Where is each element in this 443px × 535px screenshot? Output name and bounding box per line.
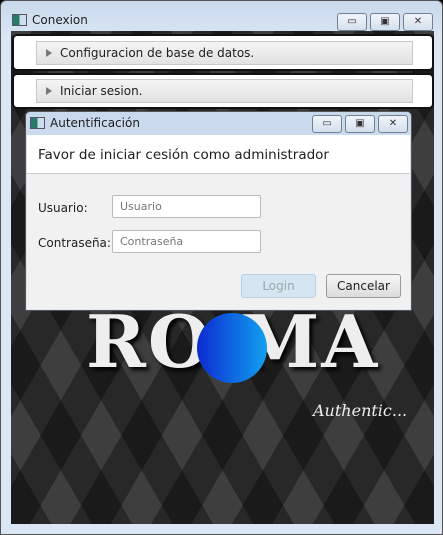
accordion-header-login[interactable]: Iniciar sesion. [36,79,413,103]
app-icon [12,14,27,26]
accordion-pane-login: Iniciar sesion. [12,73,434,109]
dialog-close-button[interactable]: ✕ [378,115,408,133]
user-input[interactable] [112,195,261,218]
expand-arrow-icon [46,49,52,57]
accordion-label: Configuracion de base de datos. [60,46,255,60]
conexion-window: Conexion ▭ ▣ ✕ RO MA Authentic... Config… [0,0,443,535]
dialog-heading: Favor de iniciar cesión como administrad… [27,135,410,174]
accordion-header-db-config[interactable]: Configuracion de base de datos. [36,41,413,65]
user-label: Usuario: [38,201,88,215]
accordion-label: Iniciar sesion. [60,84,143,98]
dialog-body: Favor de iniciar cesión como administrad… [27,135,410,309]
dialog-title: Autentificación [50,116,140,130]
login-button[interactable]: Login [241,274,316,298]
minimize-button[interactable]: ▭ [337,13,367,31]
dialog-maximize-button[interactable]: ▣ [345,115,375,133]
auth-dialog: Autentificación ▭ ▣ ✕ Favor de iniciar c… [25,111,412,311]
accordion-pane-db: Configuracion de base de datos. [12,34,434,71]
logo-tagline: Authentic... [313,401,408,420]
close-button[interactable]: ✕ [403,13,433,31]
expand-arrow-icon [46,87,52,95]
dialog-minimize-button[interactable]: ▭ [312,115,342,133]
password-input[interactable] [112,230,261,253]
cancel-button[interactable]: Cancelar [326,274,401,298]
dialog-icon [30,117,45,129]
window-title: Conexion [32,13,88,27]
logo-symbol [197,313,267,383]
password-label: Contraseña: [38,236,111,250]
maximize-button[interactable]: ▣ [370,13,400,31]
